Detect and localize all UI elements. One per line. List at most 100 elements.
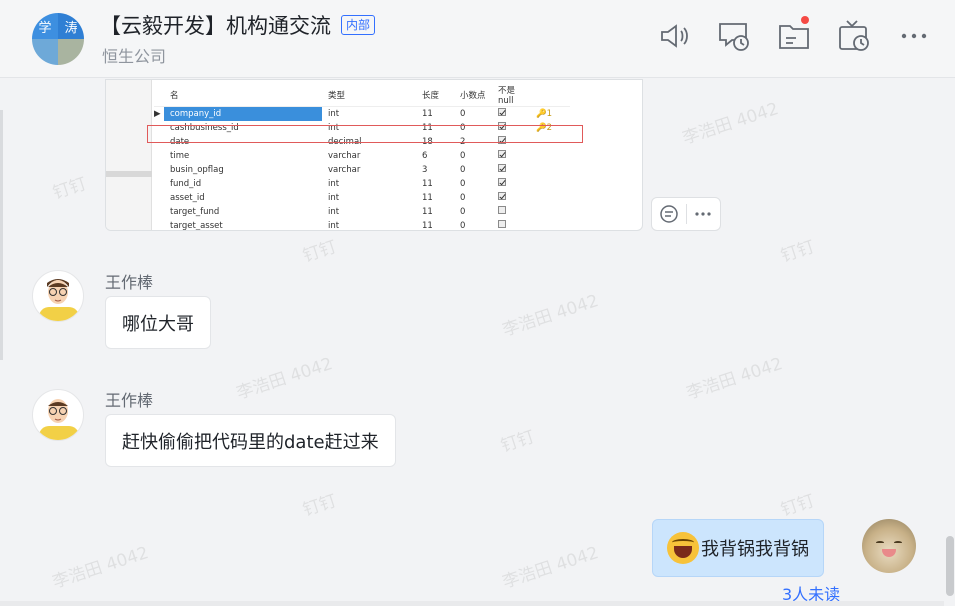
my-message-bubble[interactable]: 我背锅我背锅 bbox=[652, 519, 824, 577]
db-cell-name: fund_id bbox=[170, 178, 202, 189]
db-cell-key bbox=[530, 177, 570, 191]
db-cell-decimal: 0 bbox=[460, 108, 466, 119]
db-row: ▶ company_id int 11 0 🔑1 bbox=[154, 106, 570, 121]
watermark: 钉钉 bbox=[300, 237, 340, 267]
db-cell-decimal: 0 bbox=[460, 192, 466, 203]
db-cell-length: 11 bbox=[422, 220, 433, 231]
cat-eye bbox=[894, 541, 902, 544]
db-cell-notnull bbox=[492, 163, 530, 177]
db-cell-length: 11 bbox=[422, 108, 433, 119]
db-row: target_fund int 11 0 bbox=[154, 205, 570, 219]
db-cell-decimal: 0 bbox=[460, 220, 466, 231]
cat-mouth bbox=[882, 549, 896, 557]
cartoon-avatar-icon bbox=[47, 279, 69, 304]
db-cell-type: int bbox=[328, 108, 340, 119]
db-cell-name: time bbox=[170, 150, 190, 161]
db-cell-length: 6 bbox=[422, 150, 428, 161]
cartoon-avatar-icon bbox=[48, 399, 68, 423]
row-pointer bbox=[154, 205, 164, 219]
group-org: 恒生公司 bbox=[102, 47, 167, 66]
db-col-header: 类型 bbox=[322, 84, 416, 107]
row-pointer bbox=[154, 177, 164, 191]
db-cell-length: 11 bbox=[422, 178, 433, 189]
row-pointer bbox=[154, 191, 164, 205]
db-cell-decimal: 0 bbox=[460, 164, 466, 175]
db-cell-notnull bbox=[492, 205, 530, 219]
checkbox-icon bbox=[498, 150, 506, 158]
sender-name: 王作棒 bbox=[105, 391, 154, 410]
image-left-bar bbox=[106, 171, 152, 177]
db-cell-length: 3 bbox=[422, 164, 428, 175]
message-actions bbox=[651, 197, 721, 231]
notification-dot bbox=[801, 16, 809, 24]
my-message-text: 我背锅我背锅 bbox=[701, 539, 809, 560]
avatar-quadrant bbox=[32, 39, 58, 65]
watermark: 李浩田 4042 bbox=[684, 353, 786, 404]
avatar-shirt bbox=[39, 426, 79, 440]
db-cell-name: busin_opflag bbox=[170, 164, 224, 175]
message-bubble[interactable]: 哪位大哥 bbox=[105, 296, 211, 349]
checkbox-icon bbox=[498, 220, 506, 228]
speaker-icon[interactable] bbox=[656, 18, 692, 54]
crying-face-icon bbox=[667, 532, 699, 564]
avatar[interactable] bbox=[32, 270, 84, 322]
chat-header: 学 涛 【云毅开发】机构通交流 内部 恒生公司 bbox=[0, 0, 955, 78]
image-message[interactable]: 名 类型 长度 小数点 不是 null ▶ company_id int 11 0 🔑1 c… bbox=[105, 79, 643, 231]
my-avatar[interactable] bbox=[862, 519, 916, 573]
db-cell-notnull bbox=[492, 107, 530, 121]
group-avatar[interactable]: 学 涛 bbox=[32, 13, 84, 65]
image-left-panel bbox=[106, 80, 152, 230]
checkbox-icon bbox=[498, 192, 506, 200]
checkbox-icon bbox=[498, 108, 506, 117]
db-cell-name: company_id bbox=[164, 106, 322, 121]
watermark: 钉钉 bbox=[498, 427, 538, 457]
scrollbar-track[interactable] bbox=[946, 79, 955, 606]
avatar[interactable] bbox=[32, 389, 84, 441]
message-bubble[interactable]: 赶快偷偷把代码里的date赶过来 bbox=[105, 414, 396, 467]
highlight-box bbox=[147, 125, 583, 143]
group-title[interactable]: 【云毅开发】机构通交流 bbox=[100, 10, 331, 40]
db-cell-decimal: 0 bbox=[460, 150, 466, 161]
db-cell-key bbox=[530, 205, 570, 219]
checkbox-icon bbox=[498, 206, 506, 214]
db-cell-key: 🔑1 bbox=[536, 108, 552, 119]
row-pointer: ▶ bbox=[154, 108, 161, 119]
db-col-header: 长度 bbox=[416, 84, 454, 107]
db-col-header: 小数点 bbox=[454, 84, 492, 107]
db-cell-key bbox=[530, 191, 570, 205]
db-cell-length: 11 bbox=[422, 192, 433, 203]
db-cell-notnull bbox=[492, 149, 530, 163]
db-cell-name: asset_id bbox=[170, 192, 205, 203]
db-row: fund_id int 11 0 bbox=[154, 177, 570, 191]
avatar-char: 涛 bbox=[58, 13, 84, 39]
db-row: time varchar 6 0 bbox=[154, 149, 570, 163]
live-schedule-icon[interactable] bbox=[836, 18, 872, 54]
left-edge-bar bbox=[0, 110, 3, 360]
message-list[interactable]: 钉钉 李浩田 4042 钉钉 钉钉 李浩田 4042 李浩田 4042 李浩田 … bbox=[0, 79, 944, 606]
db-cell-length: 11 bbox=[422, 206, 433, 217]
db-cell-type: int bbox=[328, 220, 340, 231]
scrollbar-thumb[interactable] bbox=[946, 536, 954, 596]
watermark: 钉钉 bbox=[778, 491, 818, 521]
watermark: 李浩田 4042 bbox=[234, 353, 336, 404]
db-row: asset_id int 11 0 bbox=[154, 191, 570, 205]
db-cell-decimal: 0 bbox=[460, 206, 466, 217]
db-cell-decimal: 0 bbox=[460, 178, 466, 189]
more-icon[interactable] bbox=[896, 18, 932, 54]
db-row: target_asset int 11 0 bbox=[154, 219, 570, 231]
db-row: busin_opflag varchar 3 0 bbox=[154, 163, 570, 177]
row-pointer bbox=[154, 149, 164, 163]
db-cell-type: int bbox=[328, 206, 340, 217]
db-cell-type: varchar bbox=[328, 150, 361, 161]
chat-history-icon[interactable] bbox=[716, 18, 752, 54]
checkbox-icon bbox=[498, 178, 506, 186]
db-cell-type: varchar bbox=[328, 164, 361, 175]
db-schema-table: 名 类型 长度 小数点 不是 null ▶ company_id int 11 0 🔑1 c… bbox=[154, 84, 570, 231]
watermark: 李浩田 4042 bbox=[50, 542, 152, 593]
db-header-row: 名 类型 长度 小数点 不是 null bbox=[154, 84, 570, 107]
watermark: 李浩田 4042 bbox=[680, 98, 782, 149]
more-actions-icon[interactable] bbox=[686, 197, 720, 231]
reply-icon[interactable] bbox=[652, 197, 686, 231]
folder-icon[interactable] bbox=[776, 16, 812, 54]
title-row: 【云毅开发】机构通交流 内部 bbox=[100, 10, 376, 40]
